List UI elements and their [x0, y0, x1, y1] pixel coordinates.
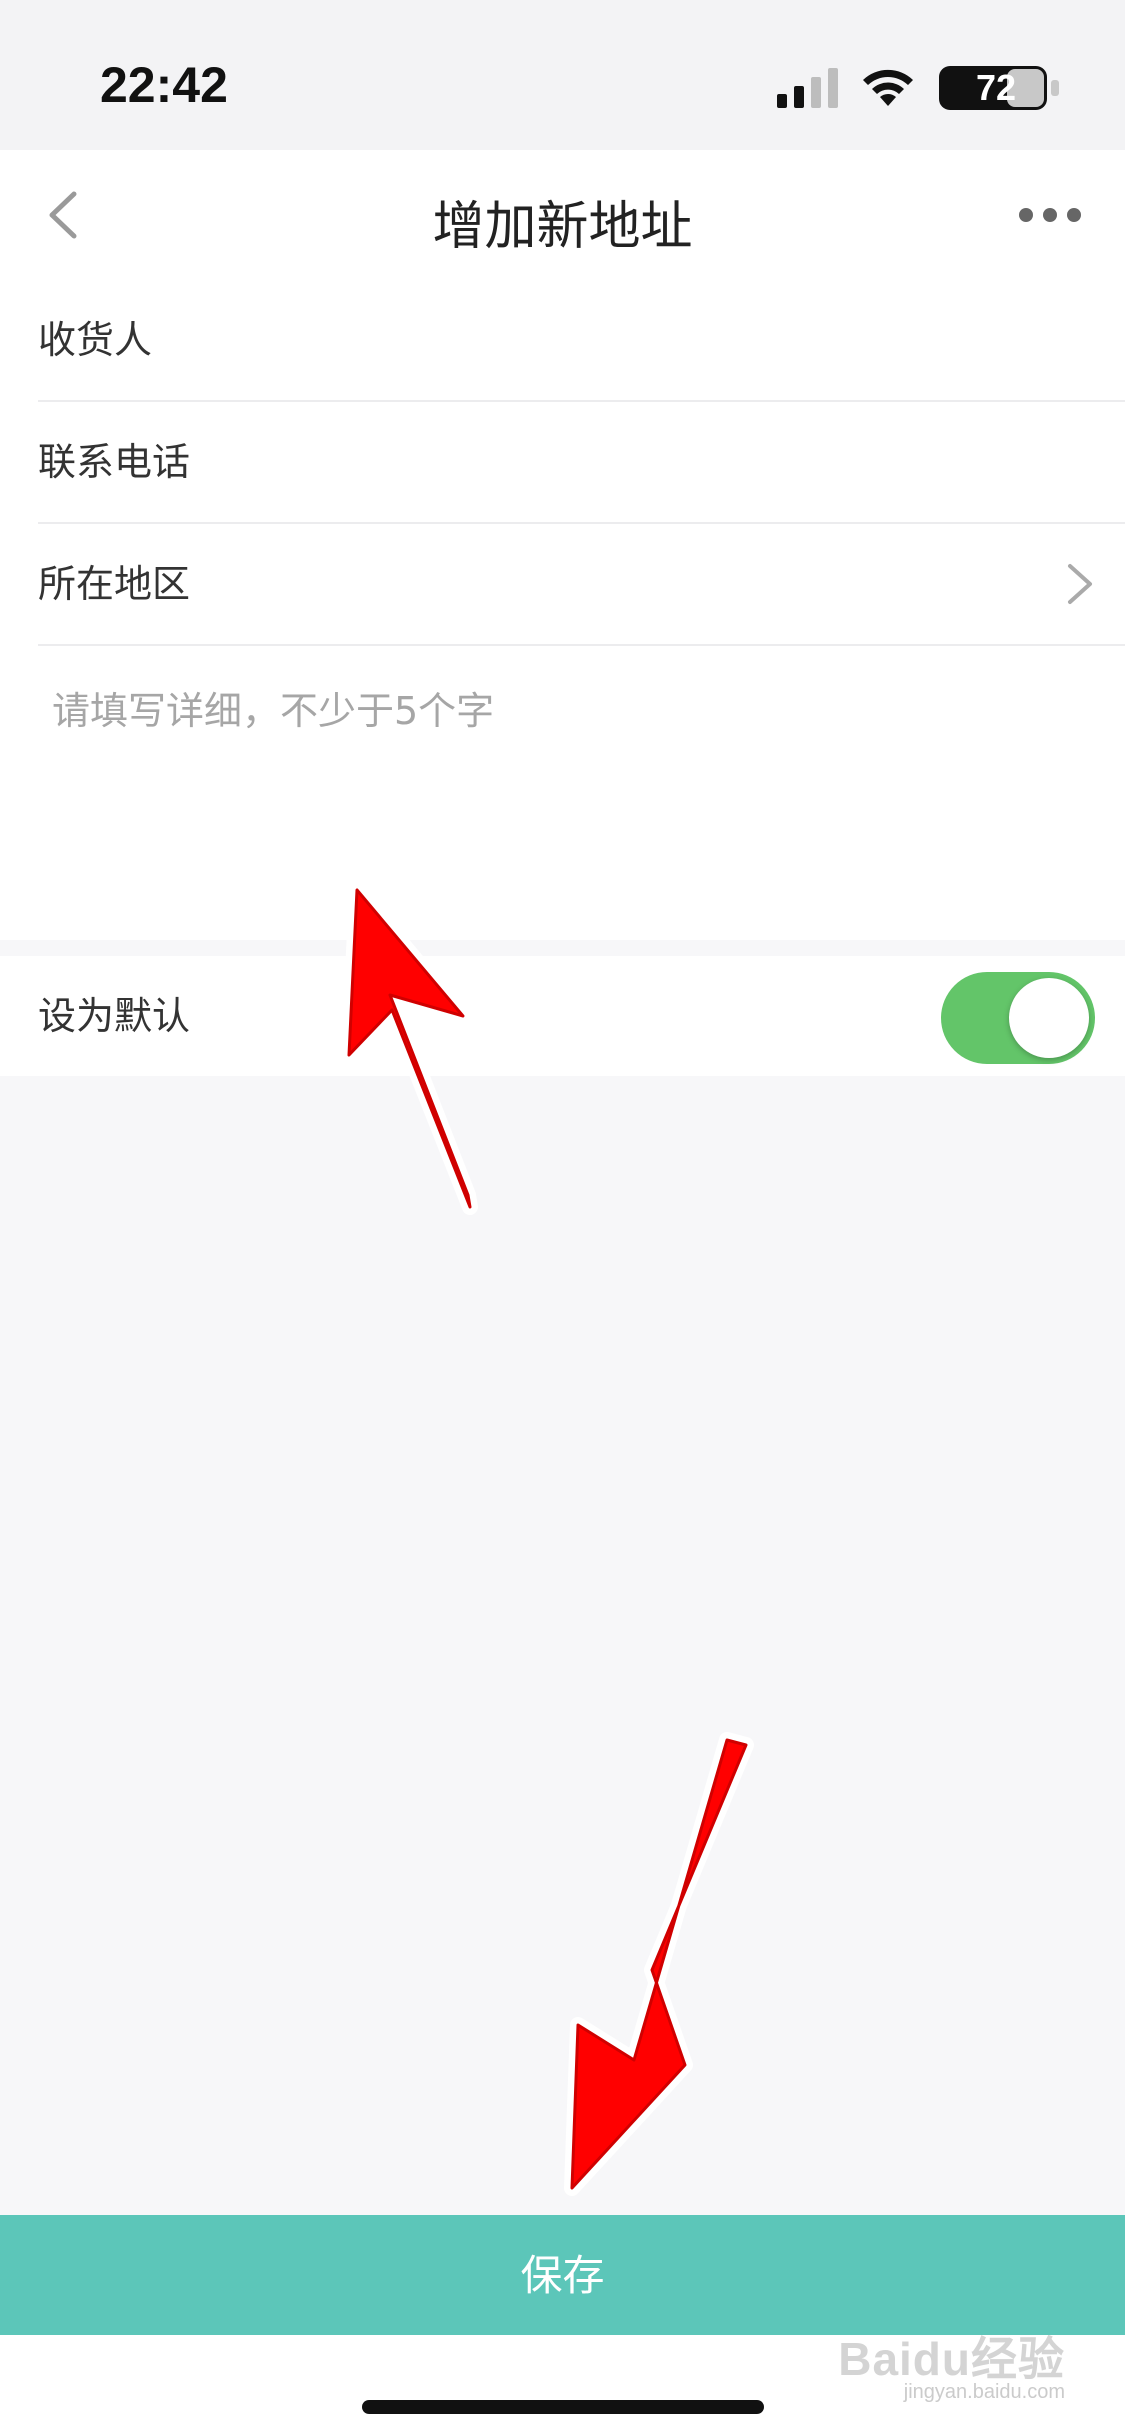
battery-level: 72 [975, 67, 1017, 108]
recipient-field[interactable]: 收货人 [38, 280, 1125, 402]
cellular-signal-icon [777, 68, 838, 108]
status-bar: 22:42 72 [0, 0, 1125, 150]
phone-label: 联系电话 [38, 440, 191, 484]
phone-field[interactable]: 联系电话 [38, 402, 1125, 524]
set-default-toggle[interactable] [941, 972, 1095, 1064]
wifi-icon [863, 69, 913, 106]
nav-bar: 增加新地址 [0, 150, 1125, 280]
status-icons: 72 [647, 64, 1067, 114]
region-selector[interactable]: 所在地区 [38, 524, 1125, 646]
annotation-arrow-down [564, 1732, 754, 2196]
home-indicator [362, 2400, 764, 2414]
status-time: 22:42 [100, 57, 228, 113]
save-button[interactable]: 保存 [0, 2215, 1125, 2335]
toggle-knob [1009, 978, 1089, 1058]
recipient-label: 收货人 [38, 318, 153, 362]
baidu-watermark: Baidu经验 jingyan.baidu.com [838, 2336, 1065, 2402]
watermark-url: jingyan.baidu.com [903, 2381, 1065, 2403]
page-title: 增加新地址 [432, 197, 693, 257]
more-options-icon[interactable] [1017, 206, 1083, 224]
set-default-row: 设为默认 [0, 956, 1125, 1076]
watermark-logo: Baidu经验 [838, 2333, 1065, 2385]
chevron-right-icon [1068, 564, 1092, 604]
address-form: 收货人 联系电话 所在地区 [0, 280, 1125, 940]
set-default-label: 设为默认 [38, 994, 191, 1038]
detail-address-input[interactable] [52, 680, 1052, 880]
region-label: 所在地区 [38, 562, 191, 606]
